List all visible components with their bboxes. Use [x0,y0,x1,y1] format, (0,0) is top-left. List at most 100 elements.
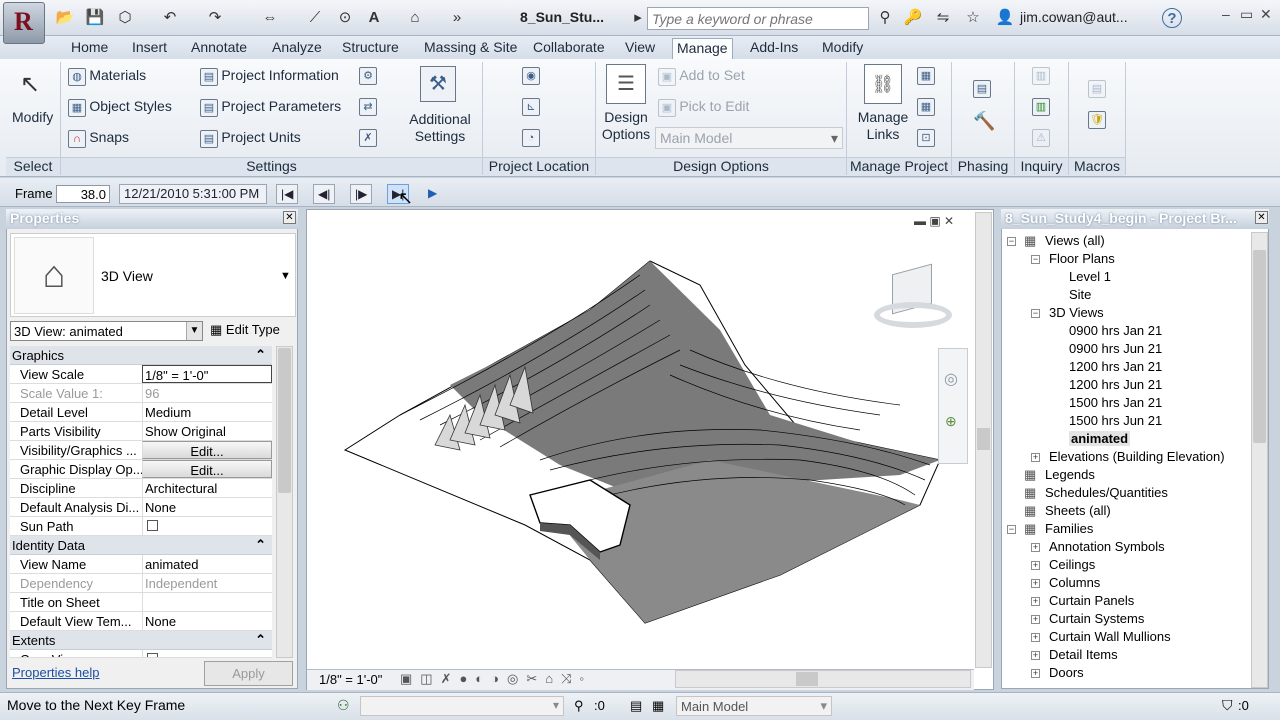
expand-icon[interactable]: + [1031,453,1040,462]
tab-home[interactable]: Home [67,38,112,59]
undo-icon[interactable]: ↶ [160,8,180,28]
coordinates-icon[interactable]: ⊾ [522,98,540,116]
tree-node[interactable]: Site [1069,287,1091,302]
communication-icon[interactable]: ⇋ [933,8,953,28]
property-value[interactable]: None [142,498,272,516]
add-to-set-button[interactable]: Add to Set [679,67,744,83]
property-value[interactable]: Edit... [142,460,272,478]
property-value[interactable]: Medium [142,403,272,421]
position-icon[interactable]: ◔ [522,129,540,147]
snaps-button[interactable]: ∩ Snaps [68,129,129,148]
filter-icon[interactable]: ⛉ [1222,697,1233,714]
property-value[interactable] [142,517,272,535]
first-frame-button[interactable]: |◀ [276,184,299,204]
tree-node[interactable]: 1200 hrs Jun 21 [1069,377,1162,392]
viewcube[interactable] [872,263,954,335]
measure-icon[interactable]: ⇔ [260,8,280,28]
scrollbar-thumb[interactable] [278,348,291,493]
design-option-select[interactable]: Main Model ▾ [655,127,843,149]
search-input[interactable] [647,7,869,30]
user-icon[interactable]: 👤 [995,8,1015,28]
property-value[interactable]: 1/8" = 1'-0" [142,365,272,383]
scrollbar-thumb[interactable] [1253,250,1266,443]
modify-button[interactable]: Modify [12,109,53,126]
tree-node[interactable]: 1500 hrs Jun 21 [1069,413,1162,428]
demolish-hammer-icon[interactable]: 🔨 [973,111,995,132]
user-name[interactable]: jim.cowan@aut... [1020,9,1128,25]
minimize-button[interactable]: – [1222,6,1230,22]
collapse-icon[interactable]: − [1007,237,1016,246]
property-value[interactable] [142,650,272,657]
tree-node[interactable]: Doors [1049,665,1084,680]
tree-node[interactable]: 0900 hrs Jun 21 [1069,341,1162,356]
view-control-icons[interactable]: ▣◫✗●◐◑◎✂⌂⤨◦ [400,671,592,687]
tree-node[interactable]: Ceilings [1049,557,1095,572]
tree-node[interactable]: Curtain Panels [1049,593,1134,608]
application-menu-button[interactable]: R [3,2,45,44]
property-value[interactable]: animated [142,555,272,573]
collapse-icon[interactable]: ⌃ [255,632,266,648]
favorites-icon[interactable]: ☆ [963,8,983,28]
open-icon[interactable]: 📂 [55,8,75,28]
restore-button[interactable]: ▭ [1240,6,1253,23]
collapse-icon[interactable]: − [1031,255,1040,264]
group-graphics[interactable]: Graphics ⌃ [10,346,272,365]
default-3d-view-icon[interactable]: ⌂ [405,8,425,28]
subscription-icon[interactable]: 🔑 [903,8,923,28]
properties-help-link[interactable]: Properties help [12,665,99,680]
property-value[interactable] [142,593,272,611]
tree-node[interactable]: Columns [1049,575,1100,590]
tree-node[interactable]: 1500 hrs Jan 21 [1069,395,1162,410]
group-identity[interactable]: Identity Data ⌃ [10,536,272,555]
more-tools-icon[interactable]: » [447,8,467,28]
expand-icon[interactable]: + [1031,615,1040,624]
search-expand-icon[interactable]: ▸ [628,8,648,28]
editable-only-icon[interactable]: ⚲ [574,698,584,714]
tree-node[interactable]: Floor Plans [1049,251,1115,266]
view-scale-control[interactable]: 1/8" = 1'-0" [319,672,382,687]
tab-collaborate[interactable]: Collaborate [529,38,609,59]
zoom-icon[interactable]: ⊕ [945,413,957,430]
settings-panel-label[interactable]: Settings [61,157,482,176]
close-icon[interactable]: ✕ [283,211,296,224]
phases-icon[interactable]: ▤ [973,80,991,98]
play-button[interactable]: ▶ [424,184,441,204]
checkbox[interactable] [147,520,158,531]
group-extents[interactable]: Extents ⌃ [10,631,272,650]
save-icon[interactable]: 💾 [85,8,105,28]
tab-modify[interactable]: Modify [818,38,867,59]
tree-node[interactable]: 0900 hrs Jan 21 [1069,323,1162,338]
viewport-window-controls[interactable]: ▬ ▣ ✕ [914,214,954,228]
next-key-frame-button[interactable]: |▶ [350,184,373,204]
tab-structure[interactable]: Structure [338,38,403,59]
tree-node[interactable]: Sheets (all) [1045,503,1111,518]
tab-manage[interactable]: Manage [672,38,733,59]
text-icon[interactable]: A [364,8,384,28]
tree-node[interactable]: 3D Views [1049,305,1104,320]
apply-button[interactable]: Apply [204,661,293,686]
viewport-horizontal-scrollbar[interactable] [675,670,971,688]
property-value[interactable]: Edit... [142,441,272,459]
property-value[interactable]: Show Original [142,422,272,440]
tree-node[interactable]: Detail Items [1049,647,1118,662]
tree-node[interactable]: Curtain Wall Mullions [1049,629,1171,644]
expand-icon[interactable]: + [1031,579,1040,588]
tree-node[interactable]: Families [1045,521,1093,536]
expand-icon[interactable]: + [1031,633,1040,642]
scrollbar-thumb[interactable] [796,672,818,686]
collapse-icon[interactable]: − [1007,525,1016,534]
collapse-icon[interactable]: ⌃ [255,347,266,363]
dimension-icon[interactable]: ⟋ [305,8,325,28]
location-icon[interactable]: ◉ [522,67,540,85]
scrollbar-thumb[interactable] [977,428,990,450]
project-location-panel-label[interactable]: Project Location [483,157,595,176]
macros-panel-label[interactable]: Macros [1069,157,1125,176]
select-panel-label[interactable]: Select [6,157,60,176]
redo-icon[interactable]: ↷ [205,8,225,28]
navigation-bar[interactable]: ◎ ⊕ [938,348,968,464]
binoculars-icon[interactable]: ⚲ [875,8,895,28]
tree-node[interactable]: Level 1 [1069,269,1111,284]
help-icon[interactable]: ? [1162,8,1182,28]
design-option-status-select[interactable]: Main Model ▾ [676,696,832,716]
tab-annotate[interactable]: Annotate [187,38,251,59]
